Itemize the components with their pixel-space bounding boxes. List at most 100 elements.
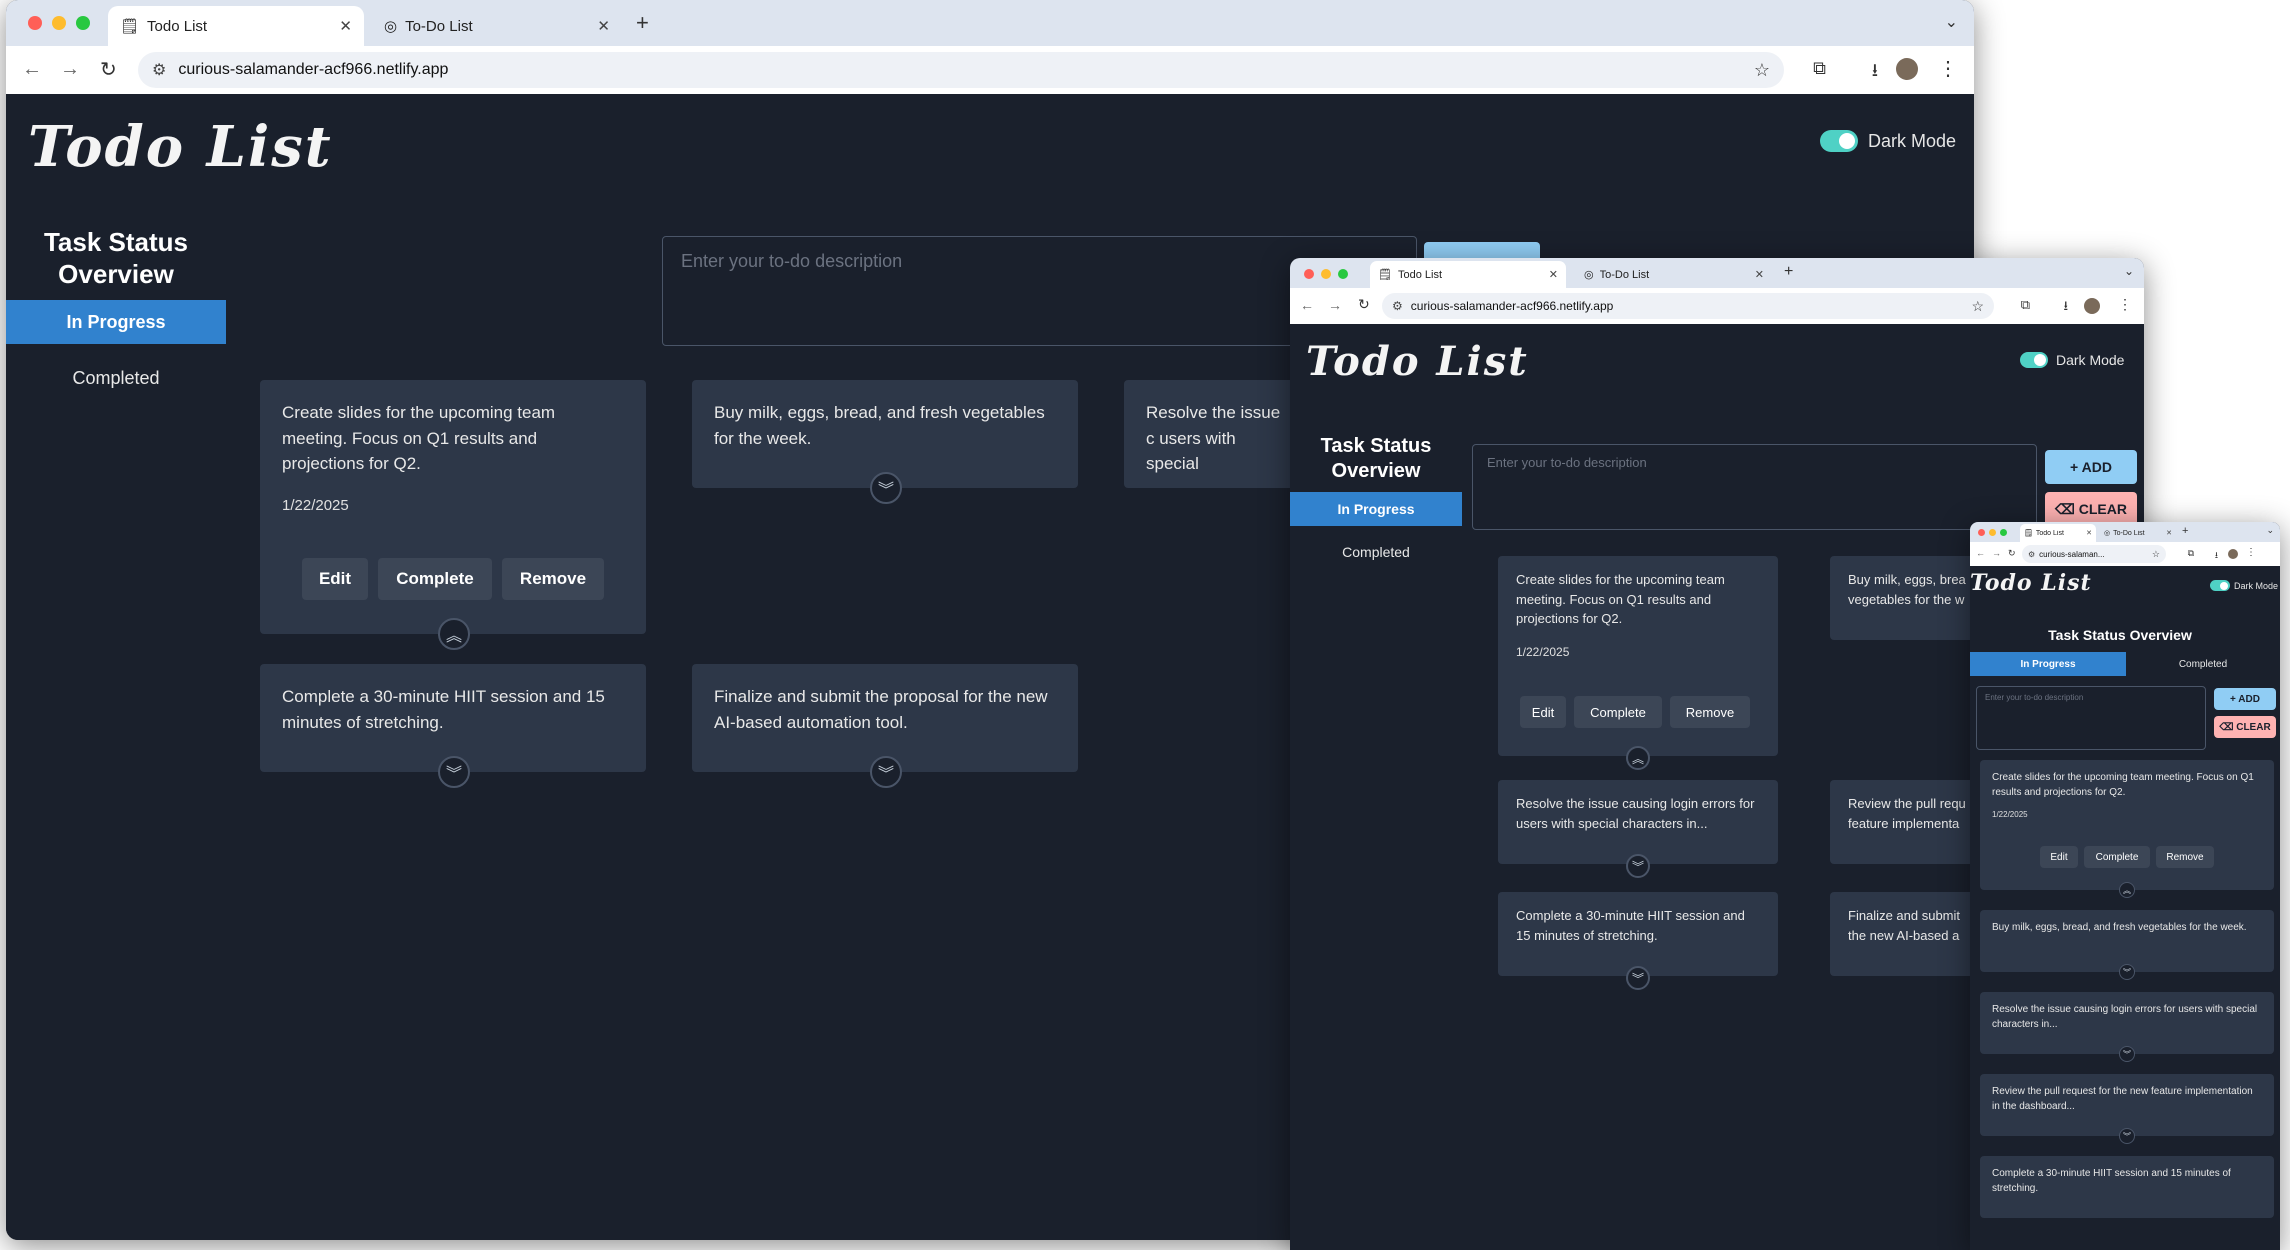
- todo-card[interactable]: Resolve the issue causing login errors f…: [1498, 780, 1778, 864]
- extensions-icon[interactable]: ⧉: [2021, 297, 2030, 313]
- sidebar-item-completed[interactable]: Completed: [2126, 652, 2280, 676]
- todo-card[interactable]: Complete a 30-minute HIIT session and 15…: [1498, 892, 1778, 976]
- tab-todo-list[interactable]: 🗒 Todo List ✕: [108, 6, 364, 46]
- bookmark-star-icon[interactable]: ☆: [1971, 298, 1984, 315]
- new-tab-icon[interactable]: +: [1784, 263, 1793, 281]
- tab-search-icon[interactable]: ⌄: [2124, 264, 2134, 278]
- address-bar[interactable]: ⚙ curious-salaman... ☆: [2022, 545, 2166, 563]
- tab-to-do-list[interactable]: ◎ To-Do List ✕: [1576, 261, 1772, 288]
- complete-button[interactable]: Complete: [378, 558, 492, 600]
- download-icon[interactable]: ⭳: [2215, 548, 2218, 564]
- sidebar-item-completed[interactable]: Completed: [6, 356, 226, 400]
- close-window-icon[interactable]: [1304, 269, 1314, 279]
- reload-icon[interactable]: ↻: [100, 57, 117, 82]
- collapse-chevron-up-icon[interactable]: ︽: [438, 618, 470, 650]
- todo-card[interactable]: Buy milk, eggs, bread, and fresh vegetab…: [1980, 910, 2274, 972]
- menu-icon[interactable]: ⋮: [2118, 296, 2132, 313]
- edit-button[interactable]: Edit: [302, 558, 368, 600]
- toggle-switch[interactable]: [2020, 352, 2048, 368]
- remove-button[interactable]: Remove: [1670, 696, 1750, 728]
- tab-search-icon[interactable]: ⌄: [1945, 12, 1958, 32]
- expand-chevron-down-icon[interactable]: ︾: [870, 756, 902, 788]
- download-icon[interactable]: ⭳: [2063, 297, 2068, 319]
- avatar[interactable]: [1896, 58, 1918, 80]
- minimize-window-icon[interactable]: [1321, 269, 1331, 279]
- close-window-icon[interactable]: [1978, 529, 1985, 536]
- remove-button[interactable]: Remove: [502, 558, 604, 600]
- close-tab-icon[interactable]: ✕: [1549, 268, 1558, 281]
- todo-card[interactable]: Resolve the issue causing login errors f…: [1980, 992, 2274, 1054]
- expand-chevron-down-icon[interactable]: ︾: [2119, 964, 2135, 980]
- complete-button[interactable]: Complete: [2084, 846, 2150, 868]
- tab-todo-list[interactable]: 🗒 Todo List ✕: [2020, 524, 2096, 542]
- todo-description-input[interactable]: Enter your to-do description: [1472, 444, 2037, 530]
- back-icon[interactable]: ←: [22, 58, 42, 81]
- avatar[interactable]: [2084, 298, 2100, 314]
- todo-card[interactable]: Create slides for the upcoming team meet…: [1498, 556, 1778, 756]
- close-tab-icon[interactable]: ✕: [339, 17, 352, 35]
- dark-mode-toggle[interactable]: Dark Mode: [2210, 580, 2278, 591]
- expand-chevron-down-icon[interactable]: ︾: [438, 756, 470, 788]
- toggle-switch[interactable]: [1820, 130, 1858, 152]
- add-button[interactable]: + ADD: [2045, 450, 2137, 484]
- site-info-icon[interactable]: ⚙: [2028, 550, 2035, 559]
- todo-card[interactable]: Create slides for the upcoming team meet…: [260, 380, 646, 634]
- expand-chevron-down-icon[interactable]: ︾: [1626, 854, 1650, 878]
- back-icon[interactable]: ←: [1976, 548, 1985, 558]
- address-bar[interactable]: ⚙ curious-salamander-acf966.netlify.app …: [1382, 293, 1994, 319]
- dark-mode-toggle[interactable]: Dark Mode: [1820, 130, 1956, 152]
- forward-icon[interactable]: →: [1328, 297, 1342, 313]
- minimize-window-icon[interactable]: [1989, 529, 1996, 536]
- todo-card[interactable]: Create slides for the upcoming team meet…: [1980, 760, 2274, 890]
- expand-chevron-down-icon[interactable]: ︾: [2119, 1046, 2135, 1062]
- tab-search-icon[interactable]: ⌄: [2266, 525, 2274, 536]
- back-icon[interactable]: ←: [1300, 297, 1314, 313]
- close-tab-icon[interactable]: ✕: [2166, 529, 2172, 537]
- sidebar-item-in-progress[interactable]: In Progress: [6, 300, 226, 344]
- complete-button[interactable]: Complete: [1574, 696, 1662, 728]
- reload-icon[interactable]: ↻: [1358, 296, 1370, 313]
- avatar[interactable]: [2228, 549, 2238, 559]
- expand-chevron-down-icon[interactable]: ︾: [1626, 966, 1650, 990]
- todo-card[interactable]: Review the pull request for the new feat…: [1980, 1074, 2274, 1136]
- tab-to-do-list[interactable]: ◎ To-Do List ✕: [2100, 524, 2176, 542]
- new-tab-icon[interactable]: +: [2182, 525, 2188, 537]
- download-icon[interactable]: ⭳: [1872, 58, 1878, 88]
- maximize-window-icon[interactable]: [1338, 269, 1348, 279]
- forward-icon[interactable]: →: [1992, 548, 2001, 558]
- maximize-window-icon[interactable]: [76, 16, 90, 30]
- close-tab-icon[interactable]: ✕: [2086, 529, 2092, 537]
- extensions-icon[interactable]: ⧉: [2188, 548, 2194, 559]
- extensions-icon[interactable]: ⧉: [1813, 58, 1826, 79]
- add-button[interactable]: + ADD: [2214, 688, 2276, 710]
- remove-button[interactable]: Remove: [2156, 846, 2214, 868]
- sidebar-item-completed[interactable]: Completed: [1290, 535, 1462, 569]
- bookmark-star-icon[interactable]: ☆: [2152, 549, 2160, 560]
- clear-button[interactable]: ⌫ CLEAR: [2214, 716, 2276, 738]
- menu-icon[interactable]: ⋮: [2246, 547, 2256, 558]
- edit-button[interactable]: Edit: [1520, 696, 1566, 728]
- close-tab-icon[interactable]: ✕: [1755, 268, 1764, 281]
- sidebar-item-in-progress[interactable]: In Progress: [1290, 492, 1462, 526]
- menu-icon[interactable]: ⋮: [1938, 56, 1958, 81]
- close-window-icon[interactable]: [28, 16, 42, 30]
- tab-todo-list[interactable]: 🗒 Todo List ✕: [1370, 261, 1566, 288]
- bookmark-star-icon[interactable]: ☆: [1754, 60, 1770, 81]
- site-info-icon[interactable]: ⚙: [152, 60, 166, 80]
- reload-icon[interactable]: ↻: [2008, 548, 2016, 559]
- close-tab-icon[interactable]: ✕: [597, 17, 610, 35]
- collapse-chevron-up-icon[interactable]: ︽: [1626, 746, 1650, 770]
- forward-icon[interactable]: →: [60, 58, 80, 81]
- collapse-chevron-up-icon[interactable]: ︽: [2119, 882, 2135, 898]
- toggle-switch[interactable]: [2210, 580, 2230, 591]
- new-tab-icon[interactable]: +: [636, 10, 649, 36]
- expand-chevron-down-icon[interactable]: ︾: [2119, 1128, 2135, 1144]
- minimize-window-icon[interactable]: [52, 16, 66, 30]
- todo-card[interactable]: Complete a 30-minute HIIT session and 15…: [1980, 1156, 2274, 1218]
- expand-chevron-down-icon[interactable]: ︾: [870, 472, 902, 504]
- address-bar[interactable]: ⚙ curious-salamander-acf966.netlify.app …: [138, 52, 1784, 88]
- site-info-icon[interactable]: ⚙: [1392, 299, 1403, 313]
- sidebar-item-in-progress[interactable]: In Progress: [1970, 652, 2126, 676]
- maximize-window-icon[interactable]: [2000, 529, 2007, 536]
- dark-mode-toggle[interactable]: Dark Mode: [2020, 352, 2124, 368]
